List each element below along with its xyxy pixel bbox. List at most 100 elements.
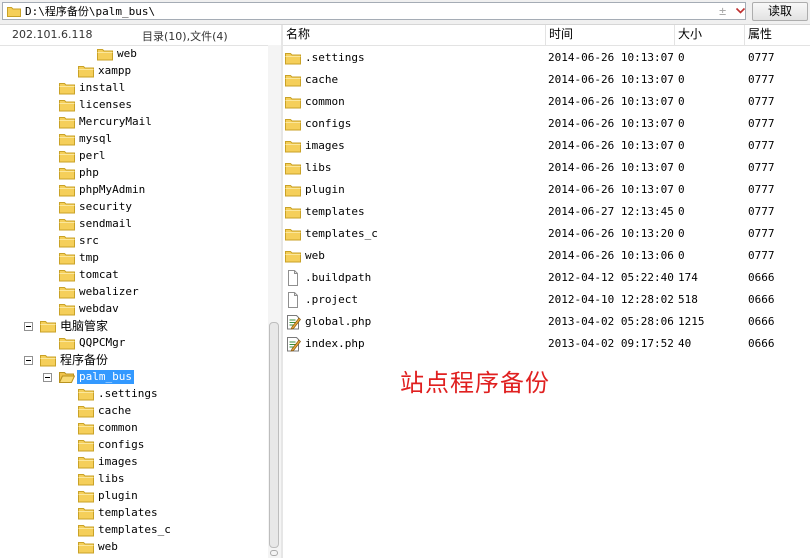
column-name[interactable]: 名称: [283, 25, 546, 45]
tree-item[interactable]: plugin: [0, 488, 266, 504]
tree-item[interactable]: libs: [0, 471, 266, 487]
tree-item-label: templates_c: [98, 523, 171, 536]
column-size[interactable]: 大小: [675, 25, 745, 45]
file-row[interactable]: cache 2014-06-26 10:13:07 0 0777: [283, 69, 810, 91]
tree-item[interactable]: cache: [0, 403, 266, 419]
file-row[interactable]: global.php 2013-04-02 05:28:06 1215 0666: [283, 311, 810, 333]
tree-item[interactable]: images: [0, 454, 266, 470]
tree-item[interactable]: web: [0, 46, 266, 62]
tree-item[interactable]: configs: [0, 437, 266, 453]
bookmark-icon[interactable]: ±: [719, 4, 726, 18]
file-row[interactable]: libs 2014-06-26 10:13:07 0 0777: [283, 157, 810, 179]
file-size: 174: [678, 271, 698, 284]
chevron-down-icon[interactable]: [735, 6, 746, 16]
file-row[interactable]: web 2014-06-26 10:13:06 0 0777: [283, 245, 810, 267]
tree-item[interactable]: webdav: [0, 301, 266, 317]
tree-item[interactable]: mysql: [0, 131, 266, 147]
file-row[interactable]: plugin 2014-06-26 10:13:07 0 0777: [283, 179, 810, 201]
file-row[interactable]: .buildpath 2012-04-12 05:22:40 174 0666: [283, 267, 810, 289]
folder-icon: [59, 219, 75, 231]
file-row[interactable]: .project 2012-04-10 12:28:02 518 0666: [283, 289, 810, 311]
file-row[interactable]: .settings 2014-06-26 10:13:07 0 0777: [283, 47, 810, 69]
tree-item[interactable]: templates: [0, 505, 266, 521]
folder-icon: [285, 163, 301, 175]
tree-item-label: QQPCMgr: [79, 336, 126, 349]
file-name: libs: [305, 161, 332, 174]
file-attr: 0777: [748, 249, 775, 262]
tree-item[interactable]: palm_bus: [0, 369, 266, 385]
collapse-toggle[interactable]: [24, 356, 33, 365]
tree-item[interactable]: QQPCMgr: [0, 335, 266, 351]
tree-item[interactable]: xampp: [0, 63, 266, 79]
folder-icon: [59, 185, 75, 197]
folder-icon: [59, 287, 75, 299]
folder-icon: [59, 151, 75, 163]
file-attr: 0777: [748, 139, 775, 152]
tree-item[interactable]: perl: [0, 148, 266, 164]
tree-item[interactable]: src: [0, 233, 266, 249]
tree-item-label: 程序备份: [60, 353, 109, 367]
folder-icon: [78, 525, 94, 537]
tree-scrollbar[interactable]: [268, 45, 281, 558]
file-size: 0: [678, 139, 685, 152]
tree-item[interactable]: common: [0, 420, 266, 436]
php-file-icon: [287, 337, 301, 352]
file-row[interactable]: common 2014-06-26 10:13:07 0 0777: [283, 91, 810, 113]
file-name: cache: [305, 73, 339, 86]
scroll-down-arrow[interactable]: [270, 550, 278, 556]
tree-item-label: src: [79, 234, 99, 247]
file-name: configs: [305, 117, 352, 130]
file-row[interactable]: templates_c 2014-06-26 10:13:20 0 0777: [283, 223, 810, 245]
tree-item[interactable]: phpMyAdmin: [0, 182, 266, 198]
tree-item[interactable]: tmp: [0, 250, 266, 266]
folder-icon: [285, 251, 301, 263]
annotation-text: 站点程序备份: [400, 369, 550, 397]
file-row[interactable]: images 2014-06-26 10:13:07 0 0777: [283, 135, 810, 157]
column-attr[interactable]: 属性: [745, 25, 810, 45]
file-time: 2014-06-27 12:13:45: [548, 205, 674, 218]
tree-item[interactable]: 程序备份: [0, 352, 266, 368]
tree-item-label: web: [98, 540, 118, 553]
tree-item-label: web: [117, 47, 137, 60]
file-time: 2014-06-26 10:13:07: [548, 73, 674, 86]
file-list-header: 名称 时间 大小 属性: [283, 25, 810, 46]
collapse-toggle[interactable]: [43, 373, 52, 382]
folder-icon: [78, 66, 94, 78]
file-row[interactable]: index.php 2013-04-02 09:17:52 40 0666: [283, 333, 810, 355]
tree-item[interactable]: install: [0, 80, 266, 96]
file-size: 0: [678, 205, 685, 218]
file-time: 2014-06-26 10:13:07: [548, 117, 674, 130]
dir-summary: 目录(10),文件(4): [142, 30, 228, 43]
file-name: images: [305, 139, 345, 152]
collapse-toggle[interactable]: [24, 322, 33, 331]
folder-icon: [78, 440, 94, 452]
folder-icon: [78, 491, 94, 503]
file-time: 2013-04-02 05:28:06: [548, 315, 674, 328]
tree-item[interactable]: webalizer: [0, 284, 266, 300]
tree-item[interactable]: 电脑管家: [0, 318, 266, 334]
tree-item[interactable]: php: [0, 165, 266, 181]
folder-icon: [59, 236, 75, 248]
tree-item[interactable]: MercuryMail: [0, 114, 266, 130]
file-row[interactable]: templates 2014-06-27 12:13:45 0 0777: [283, 201, 810, 223]
folder-icon: [59, 168, 75, 180]
folder-icon: [59, 304, 75, 316]
path-input[interactable]: D:\程序备份\palm_bus\ ±: [2, 2, 746, 20]
folder-icon: [78, 423, 94, 435]
tree-item-label: plugin: [98, 489, 138, 502]
tree-item[interactable]: tomcat: [0, 267, 266, 283]
read-button[interactable]: 读取: [752, 2, 808, 21]
tree-item[interactable]: templates_c: [0, 522, 266, 538]
file-row[interactable]: configs 2014-06-26 10:13:07 0 0777: [283, 113, 810, 135]
tree-item[interactable]: .settings: [0, 386, 266, 402]
file-attr: 0777: [748, 73, 775, 86]
tree-item[interactable]: security: [0, 199, 266, 215]
column-time[interactable]: 时间: [546, 25, 675, 45]
scrollbar-thumb[interactable]: [269, 322, 279, 548]
tree-item-label: webalizer: [79, 285, 139, 298]
file-attr: 0777: [748, 183, 775, 196]
tree-item-label: perl: [79, 149, 106, 162]
tree-item[interactable]: licenses: [0, 97, 266, 113]
tree-item[interactable]: sendmail: [0, 216, 266, 232]
tree-item[interactable]: web: [0, 539, 266, 555]
